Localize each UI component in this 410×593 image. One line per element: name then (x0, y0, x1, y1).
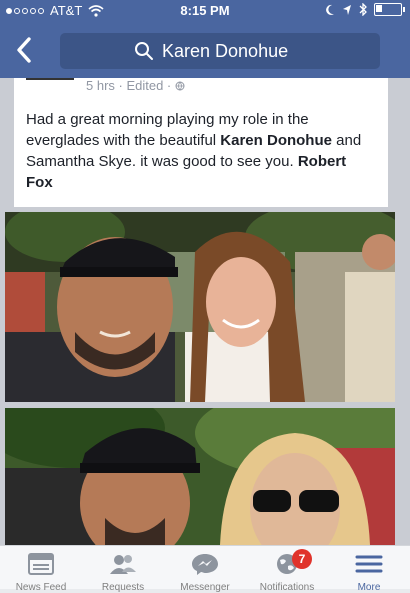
status-right (325, 3, 405, 16)
status-bar: AT&T 8:15 PM (0, 0, 410, 22)
news-feed-icon (28, 553, 54, 575)
notification-badge: 7 (292, 549, 312, 569)
bottom-tab-bar: News Feed Requests Messenger 7 Notificat… (0, 545, 410, 593)
battery-icon (374, 3, 405, 16)
post-photo[interactable] (5, 212, 395, 402)
tab-more[interactable]: More (328, 546, 410, 593)
app-header: AT&T 8:15 PM Karen Donohue (0, 0, 410, 78)
post-photo[interactable] (5, 408, 395, 545)
tagged-person-link[interactable]: Karen Donohue (220, 132, 332, 149)
news-feed[interactable]: 5 hrs · Edited · Had a great morning pla… (0, 78, 410, 545)
search-field[interactable]: Karen Donohue (60, 33, 380, 69)
post-meta: 5 hrs · Edited · (86, 78, 185, 93)
tab-messenger[interactable]: Messenger (164, 546, 246, 593)
location-arrow-icon (343, 4, 351, 15)
search-query: Karen Donohue (162, 41, 289, 61)
messenger-icon (192, 554, 218, 575)
menu-icon (355, 555, 383, 573)
bluetooth-icon (359, 3, 367, 16)
post-author-name-cutoff (26, 78, 74, 80)
post-card: 5 hrs · Edited · Had a great morning pla… (14, 78, 388, 207)
tab-news-feed[interactable]: News Feed (0, 546, 82, 593)
tab-notifications[interactable]: 7 Notifications (246, 546, 328, 593)
post-text: Had a great morning playing my role in t… (26, 109, 376, 193)
selfie-photo-illustration (5, 408, 395, 545)
public-globe-icon (175, 81, 185, 91)
post-timestamp: 5 hrs · Edited · (86, 78, 172, 93)
selfie-photo-illustration (5, 212, 395, 402)
back-button[interactable] (14, 36, 42, 68)
search-icon (135, 42, 153, 60)
moon-icon (326, 4, 334, 15)
tab-requests[interactable]: Requests (82, 546, 164, 593)
chevron-left-icon (17, 37, 31, 63)
friend-requests-icon (110, 555, 136, 574)
